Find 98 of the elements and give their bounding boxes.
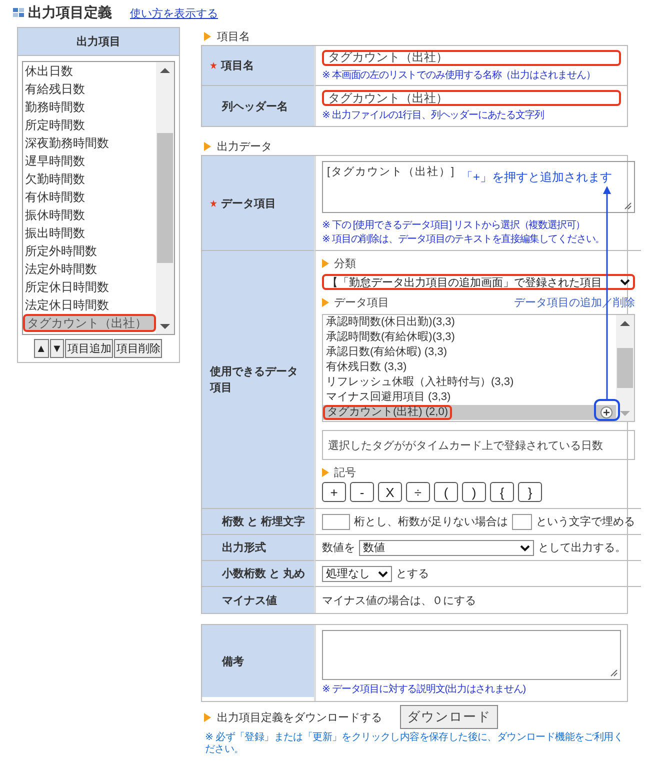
- item-list[interactable]: 休出日数 有給残日数 勤務時間数 所定時間数 深夜勤務時間数 遅早時間数 欠勤時間数 有休時間数 振休時間数 振出時間数 所定外時間数 法定外時間数 所定休日時間数 法定休日時間数 タグカウント（出社）: [22, 61, 175, 335]
- scrollbar[interactable]: [616, 315, 634, 421]
- field-text: 桁とし、桁数が足りない場合は: [354, 515, 508, 529]
- list-item[interactable]: 承認時間数(有給休暇)(3,3): [323, 330, 616, 345]
- list-item[interactable]: 法定外時間数: [23, 260, 156, 278]
- list-item[interactable]: 有休残日数 (3,3): [323, 360, 616, 375]
- hint-text: ※ データ項目に対する説明文(出力はされません): [322, 682, 526, 696]
- field-label: 使用できるデータ項目: [210, 364, 299, 396]
- section-title: 出力データ: [217, 140, 272, 154]
- description-text: 選択したタグががタイムカード上で登録されている日数: [328, 438, 603, 452]
- field-label: 桁数 と 桁埋文字: [222, 514, 306, 529]
- subsection-title: データ項目: [334, 296, 389, 310]
- data-item-list[interactable]: 承認時間数(休日出勤)(3,3) 承認時間数(有給休暇)(3,3) 承認日数(有給休暇) (3,3) 有休残日数 (3,3) リフレッシュ休暇（入社時付与）(3,3) マイナス回避用項目 (3,3) タグカウント(出社) (2,0): [322, 314, 635, 422]
- list-item[interactable]: 休出日数: [23, 62, 156, 80]
- list-item[interactable]: 深夜勤務時間数: [23, 134, 156, 152]
- field-label: データ項目: [221, 196, 276, 210]
- annotation-text: 「+」を押すと追加されます: [461, 169, 612, 186]
- download-label: 出力項目定義をダウンロードする: [217, 710, 382, 724]
- field-text: とする: [396, 567, 429, 581]
- move-up-button[interactable]: ▲: [34, 339, 48, 358]
- field-text: という文字で埋める: [536, 514, 635, 529]
- field-text: として出力する。: [538, 541, 626, 555]
- hint-text: ※ 下の [使用できるデータ項目] リストから選択（複数選択可）: [322, 218, 586, 232]
- scrollbar[interactable]: [156, 62, 174, 334]
- symbol-button[interactable]: ÷: [406, 482, 430, 502]
- list-item[interactable]: 欠勤時間数: [23, 170, 156, 188]
- panel-heading: 出力項目: [18, 28, 179, 56]
- page-title: 出力項目定義: [28, 4, 112, 22]
- symbol-button[interactable]: {: [490, 482, 514, 502]
- digits-field[interactable]: [322, 514, 350, 530]
- symbol-button[interactable]: X: [378, 482, 402, 502]
- list-item[interactable]: リフレッシュ休暇（入社時付与）(3,3): [323, 375, 616, 390]
- field-label: 項目名: [221, 58, 254, 73]
- dropdown-value: 数値: [363, 541, 385, 555]
- list-item[interactable]: 承認時間数(休日出勤)(3,3): [323, 315, 616, 330]
- symbol-button[interactable]: -: [350, 482, 374, 502]
- add-circle-icon[interactable]: [600, 406, 613, 419]
- move-down-button[interactable]: ▼: [50, 339, 64, 358]
- field-text: 数値を: [322, 541, 355, 555]
- text-field[interactable]: タグカウント（出社）: [322, 90, 621, 106]
- delete-item-button[interactable]: 項目削除: [114, 339, 162, 358]
- hint-text: ※ 本画面の左のリストでのみ使用する名称（出力はされません）: [322, 68, 596, 82]
- highlight-box: [594, 399, 620, 421]
- hint-text: ※ 必ず「登録」または「更新」をクリックし内容を保存した後に、ダウンロード機能をご利用ください。: [205, 732, 624, 756]
- text-field[interactable]: タグカウント（出社）: [322, 50, 621, 66]
- remarks-textarea[interactable]: [322, 630, 621, 680]
- bullet-icon: [322, 259, 329, 268]
- bullet-icon: [322, 468, 329, 477]
- add-item-button[interactable]: 項目追加: [65, 339, 114, 358]
- bullet-icon: [204, 712, 211, 722]
- field-label: 備考: [222, 654, 244, 668]
- list-item[interactable]: 有給残日数: [23, 80, 156, 98]
- rounding-dropdown[interactable]: 処理なし: [322, 566, 392, 582]
- pad-char-field[interactable]: [512, 514, 532, 530]
- list-item[interactable]: 所定休日時間数: [23, 278, 156, 296]
- field-label: 列ヘッダー名: [222, 100, 288, 114]
- list-item[interactable]: 有休時間数: [23, 188, 156, 206]
- symbol-button[interactable]: +: [322, 482, 346, 502]
- subsection-title: 分類: [334, 257, 356, 271]
- hint-text: ※ 項目の削除は、データ項目のテキストを直接編集してください。: [322, 232, 606, 246]
- list-item[interactable]: 遅早時間数: [23, 152, 156, 170]
- resize-grip-icon[interactable]: [610, 669, 618, 677]
- list-item[interactable]: マイナス回避用項目 (3,3): [323, 390, 616, 405]
- data-item-textarea[interactable]: [タグカウント（出社）] 「+」を押すと追加されます: [322, 161, 635, 213]
- symbol-button[interactable]: (: [434, 482, 458, 502]
- hint-text: ※ 出力ファイルの1行目、列ヘッダーにあたる文字列: [322, 108, 545, 122]
- symbol-button[interactable]: }: [518, 482, 542, 502]
- chevron-down-icon: [619, 277, 631, 287]
- grid-icon: [13, 8, 24, 18]
- resize-grip-icon[interactable]: [624, 202, 632, 210]
- list-item[interactable]: 所定時間数: [23, 116, 156, 134]
- list-item[interactable]: 法定休日時間数: [23, 296, 156, 314]
- dropdown-value: 処理なし: [326, 567, 370, 581]
- list-item[interactable]: 振出時間数: [23, 224, 156, 242]
- dropdown-value: 【「勤怠データ出力項目の追加画面」で登録された項目: [327, 276, 602, 290]
- download-button[interactable]: ダウンロード: [400, 705, 498, 729]
- bullet-icon: [204, 32, 211, 40]
- field-text: マイナス値の場合は、０にする: [322, 594, 476, 608]
- help-link[interactable]: 使い方を表示する: [130, 6, 218, 20]
- list-item[interactable]: 振休時間数: [23, 206, 156, 224]
- symbol-button[interactable]: ): [462, 482, 486, 502]
- category-dropdown[interactable]: 【「勤怠データ出力項目の追加画面」で登録された項目: [322, 274, 635, 290]
- chevron-down-icon: [377, 568, 389, 578]
- section-title: 項目名: [217, 30, 250, 44]
- field-label: マイナス値: [222, 594, 277, 608]
- list-item[interactable]: タグカウント(出社) (2,0): [323, 405, 616, 420]
- bullet-icon: [204, 142, 211, 150]
- list-item[interactable]: 勤務時間数: [23, 98, 156, 116]
- field-label: 出力形式: [222, 540, 266, 555]
- subsection-title: 記号: [334, 466, 356, 480]
- list-item[interactable]: タグカウント（出社）: [23, 314, 156, 332]
- chevron-down-icon: [519, 542, 531, 552]
- field-label: 小数桁数 と 丸め: [222, 566, 306, 581]
- list-item[interactable]: 所定外時間数: [23, 242, 156, 260]
- list-item[interactable]: 承認日数(有給休暇) (3,3): [323, 345, 616, 360]
- format-dropdown[interactable]: 数値: [359, 540, 534, 556]
- textarea-value: [タグカウント（出社）]: [327, 166, 456, 178]
- bullet-icon: [322, 298, 329, 307]
